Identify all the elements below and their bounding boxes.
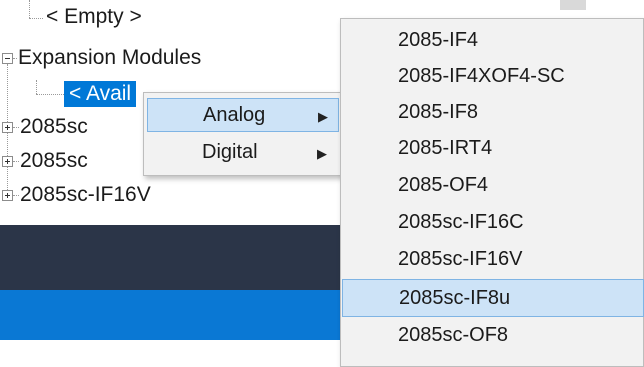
tree-connector bbox=[29, 18, 43, 19]
submenu-item[interactable]: 2085-OF4 bbox=[344, 168, 640, 204]
submenu-item[interactable]: 2085sc-IF16C bbox=[344, 205, 640, 241]
submenu-item[interactable]: 2085-IF4XOF4-SC bbox=[344, 59, 640, 95]
menu-item-digital[interactable]: Digital ▶ bbox=[147, 136, 339, 170]
submenu-item[interactable]: 2085-IF8 bbox=[344, 95, 640, 131]
analog-submenu: 2085-IF4 2085-IF4XOF4-SC 2085-IF8 2085-I… bbox=[340, 18, 644, 367]
tree-node-empty[interactable]: < Empty > bbox=[46, 4, 142, 30]
chevron-right-icon: ▶ bbox=[318, 109, 328, 124]
submenu-item-label: 2085-OF4 bbox=[398, 174, 489, 196]
tree-connector bbox=[36, 94, 64, 95]
collapse-icon[interactable] bbox=[2, 53, 13, 64]
tree-connector bbox=[13, 127, 19, 128]
submenu-item-label: 2085sc-IF8u bbox=[399, 287, 511, 309]
context-menu: Analog ▶ Digital ▶ bbox=[143, 92, 343, 176]
scrollbar-thumb[interactable] bbox=[560, 0, 586, 10]
expand-icon[interactable] bbox=[2, 190, 13, 201]
submenu-item[interactable]: 2085sc-IF16V bbox=[344, 242, 640, 278]
tree-connector bbox=[13, 195, 19, 196]
expand-icon[interactable] bbox=[2, 156, 13, 167]
submenu-item-label: 2085sc-IF16C bbox=[398, 211, 524, 233]
tree-node-module[interactable]: 2085sc-IF16V bbox=[20, 182, 151, 208]
submenu-item-label: 2085sc-IF16V bbox=[398, 248, 523, 270]
submenu-item[interactable]: 2085-IRT4 bbox=[344, 131, 640, 167]
tree-node-expansion-modules[interactable]: Expansion Modules bbox=[18, 45, 201, 71]
tree-connector bbox=[36, 80, 37, 94]
tree-node-available[interactable]: < Avail bbox=[64, 81, 137, 107]
tree-node-module[interactable]: 2085sc bbox=[20, 148, 88, 174]
submenu-item-label: 2085-IRT4 bbox=[398, 137, 493, 159]
submenu-item-highlighted[interactable]: 2085sc-IF8u bbox=[342, 279, 644, 317]
submenu-item-label: 2085-IF8 bbox=[398, 101, 479, 123]
tree-connector bbox=[13, 58, 17, 59]
submenu-item[interactable]: 2085-IF4 bbox=[344, 23, 640, 59]
menu-item-label: Digital bbox=[202, 141, 258, 163]
submenu-item[interactable]: 2085sc-OF8 bbox=[344, 318, 640, 354]
submenu-item-label: 2085sc-OF8 bbox=[398, 324, 509, 346]
tree-node-module[interactable]: 2085sc bbox=[20, 114, 88, 140]
tree-connector bbox=[13, 161, 19, 162]
submenu-item-label: 2085-IF4XOF4-SC bbox=[398, 65, 565, 87]
menu-item-analog[interactable]: Analog ▶ bbox=[147, 98, 339, 132]
expand-icon[interactable] bbox=[2, 122, 13, 133]
chevron-right-icon: ▶ bbox=[317, 146, 327, 161]
tree-connector bbox=[29, 0, 30, 18]
menu-item-label: Analog bbox=[203, 104, 266, 126]
submenu-item-label: 2085-IF4 bbox=[398, 29, 479, 51]
